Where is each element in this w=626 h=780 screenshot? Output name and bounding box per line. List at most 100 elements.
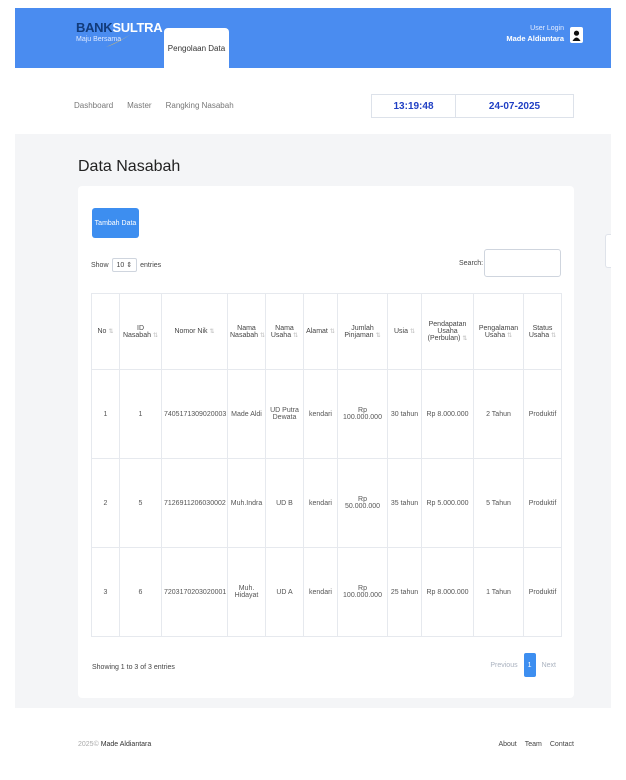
- table-cell: 5: [119, 458, 162, 548]
- table-cell: Produktif: [523, 458, 562, 548]
- column-header-label: No: [97, 328, 107, 335]
- sort-icon: ⇅: [375, 332, 381, 339]
- table-cell: 7203170203020001: [161, 547, 228, 637]
- column-header-label: Usia: [393, 328, 408, 335]
- clock-time: 13:19:48: [372, 95, 456, 117]
- table-cell: 35 tahun: [387, 458, 422, 548]
- table-cell: 5 Tahun: [473, 458, 524, 548]
- table-cell: Rp 8.000.000: [421, 369, 474, 459]
- search-input[interactable]: [484, 249, 561, 277]
- previous-page-button[interactable]: Previous: [487, 658, 520, 673]
- sub-navigation: Dashboard Master Rangking Nasabah 13:19:…: [15, 68, 611, 134]
- column-header-label: Alamat: [306, 328, 328, 335]
- table-cell: 7405171309020003: [161, 369, 228, 459]
- pagination: Previous 1 Next: [487, 653, 559, 677]
- table-cell: 30 tahun: [387, 369, 422, 459]
- column-header-label: Nomor Nik: [174, 328, 208, 335]
- table-cell: Produktif: [523, 547, 562, 637]
- entries-length-control: Show 10 ⇕ entries: [91, 258, 161, 272]
- table-cell: kendari: [303, 369, 338, 459]
- column-header-label: Pengalaman Usaha: [478, 324, 519, 339]
- page-1-button[interactable]: 1: [523, 653, 536, 677]
- clock-date: 24-07-2025: [488, 100, 541, 112]
- breadcrumb: Dashboard Master Rangking Nasabah: [74, 101, 234, 110]
- sort-icon: ⇅: [260, 332, 266, 339]
- table-cell: Muh. Hidayat: [227, 547, 266, 637]
- column-header[interactable]: Nama Usaha ⇅: [265, 293, 304, 370]
- column-header[interactable]: Nomor Nik ⇅: [161, 293, 228, 370]
- column-header[interactable]: Usia ⇅: [387, 293, 422, 370]
- column-header-label: Nama Usaha: [270, 324, 294, 339]
- table-row: 1 1 7405171309020003 Made Aldi UD Putra Dewa…: [91, 369, 562, 459]
- table-cell: 2: [91, 458, 120, 548]
- column-header[interactable]: Nama Nasabah ⇅: [227, 293, 266, 370]
- table-cell: UD A: [265, 547, 304, 637]
- entries-value: 10: [116, 262, 125, 269]
- table-cell: 3: [91, 547, 120, 637]
- sort-icon: ⇅: [507, 332, 513, 339]
- table-cell: Rp 50.000.000: [337, 458, 388, 548]
- table-header-row: No ⇅ ID Nasabah ⇅ Nomor Nik ⇅ Nama Nasabah ⇅ Nam…: [91, 293, 562, 370]
- column-header-label: Nama Nasabah: [230, 324, 259, 339]
- table-cell: Rp 100.000.000: [337, 547, 388, 637]
- table-body: 1 1 7405171309020003 Made Aldi UD Putra Dewa…: [91, 369, 562, 637]
- table-cell: kendari: [303, 547, 338, 637]
- column-header[interactable]: ID Nasabah ⇅: [119, 293, 162, 370]
- page-title: Data Nasabah: [78, 158, 181, 175]
- footer-link-team[interactable]: Team: [525, 741, 542, 748]
- table-cell: 7126911206030002: [161, 458, 228, 548]
- tab-pengolaan-data[interactable]: Pengolaan Data: [164, 28, 229, 68]
- user-login-label: User Login: [530, 25, 564, 32]
- table-cell: Rp 5.000.000: [421, 458, 474, 548]
- side-panel-toggle[interactable]: [605, 234, 611, 268]
- copyright-author: Made Aldiantara: [100, 741, 152, 748]
- search-label: Search:: [459, 260, 484, 267]
- column-header[interactable]: Pendapatan Usaha (Perbulan) ⇅: [421, 293, 474, 370]
- table-cell: UD Putra Dewata: [265, 369, 304, 459]
- table-cell: Produktif: [523, 369, 562, 459]
- page-footer: 2025© Made Aldiantara About Team Contact: [15, 708, 611, 772]
- datetime-display: 13:19:48 24-07-2025: [371, 94, 574, 118]
- column-header[interactable]: No ⇅: [91, 293, 120, 370]
- sort-icon: ⇅: [462, 336, 468, 342]
- entries-select[interactable]: 10 ⇕: [111, 258, 138, 272]
- copyright-year: 2025©: [78, 741, 99, 748]
- entries-label: entries: [140, 261, 162, 269]
- nasabah-table: No ⇅ ID Nasabah ⇅ Nomor Nik ⇅ Nama Nasabah ⇅ Nam…: [91, 293, 562, 637]
- sort-icon: ⇅: [551, 332, 557, 339]
- logo-swoosh-icon: [106, 29, 139, 47]
- table-row: 3 6 7203170203020001 Muh. Hidayat UD Akendar…: [91, 547, 562, 637]
- column-header[interactable]: Jumlah Pinjaman ⇅: [337, 293, 388, 370]
- next-page-button[interactable]: Next: [539, 658, 559, 673]
- footer-link-about[interactable]: About: [498, 741, 516, 748]
- table-cell: 1: [119, 369, 162, 459]
- add-data-button[interactable]: Tambah Data: [92, 208, 139, 238]
- crumb-dashboard[interactable]: Dashboard: [74, 101, 113, 110]
- crumb-master[interactable]: Master: [127, 101, 151, 110]
- column-header-label: Pendapatan Usaha (Perbulan): [427, 321, 467, 342]
- table-cell: Muh.Indra: [227, 458, 266, 548]
- app-frame: BANKSULTRA Maju Bersama Pengolaan Data U…: [15, 8, 611, 772]
- column-header[interactable]: Alamat ⇅: [303, 293, 338, 370]
- data-card: Tambah Data Show 10 ⇕ entries Search: No…: [78, 186, 574, 698]
- user-avatar-icon[interactable]: [570, 27, 583, 43]
- table-cell: Rp 100.000.000: [337, 369, 388, 459]
- sort-icon: ⇅: [108, 329, 114, 335]
- footer-link-contact[interactable]: Contact: [550, 741, 574, 748]
- crumb-rangking-nasabah[interactable]: Rangking Nasabah: [166, 101, 234, 110]
- table-cell: Rp 8.000.000: [421, 547, 474, 637]
- table-cell: 2 Tahun: [473, 369, 524, 459]
- column-header[interactable]: Status Usaha ⇅: [523, 293, 562, 370]
- copyright: 2025© Made Aldiantara: [78, 741, 151, 748]
- table-cell: 1 Tahun: [473, 547, 524, 637]
- sort-icon: ⇅: [329, 329, 335, 335]
- user-info[interactable]: User Login Made Aldiantara: [506, 25, 564, 43]
- table-cell: kendari: [303, 458, 338, 548]
- table-cell: Made Aldi: [227, 369, 266, 459]
- column-header[interactable]: Pengalaman Usaha ⇅: [473, 293, 524, 370]
- column-header-label: Jumlah Pinjaman: [344, 324, 374, 339]
- table-cell: UD B: [265, 458, 304, 548]
- table-cell: 25 tahun: [387, 547, 422, 637]
- select-arrows-icon: ⇕: [126, 262, 133, 269]
- column-header-label: ID Nasabah: [122, 324, 151, 339]
